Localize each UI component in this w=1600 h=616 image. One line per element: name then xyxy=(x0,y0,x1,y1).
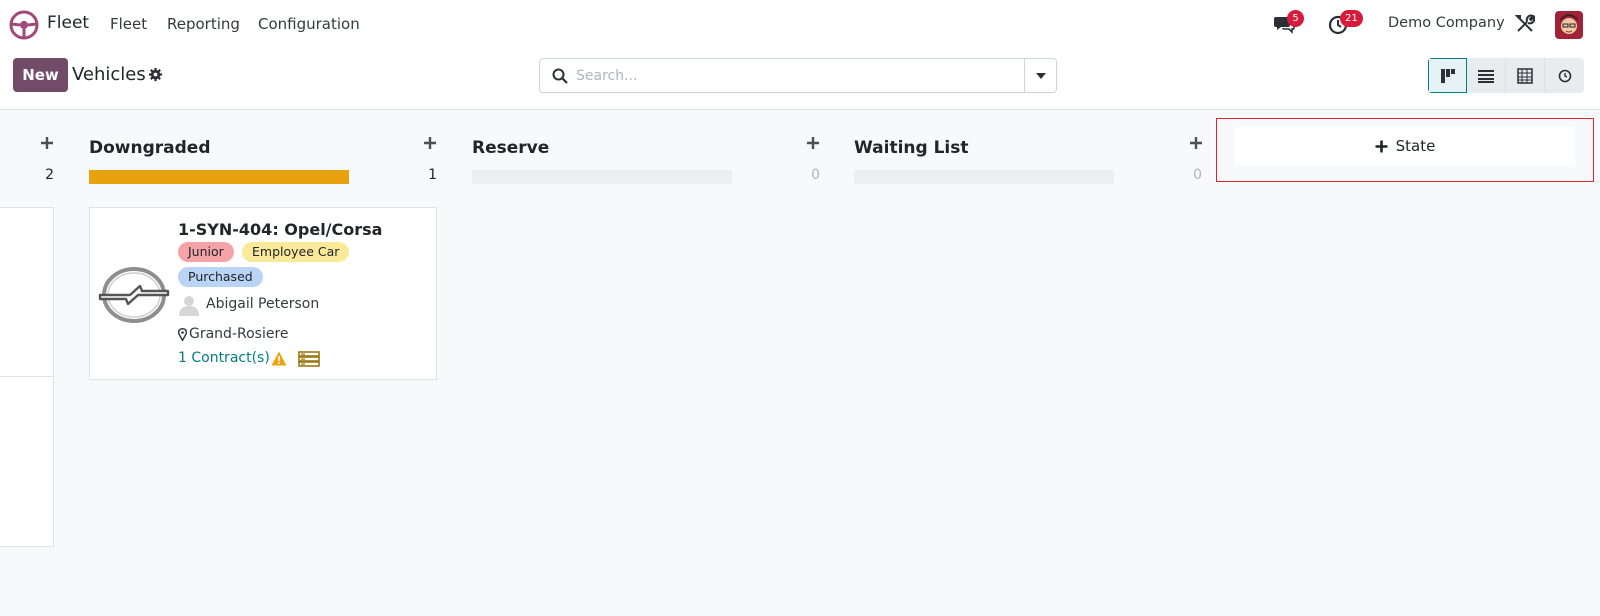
contracts-link[interactable]: 1 Contract(s) xyxy=(178,350,270,366)
kanban-icon xyxy=(1440,68,1455,83)
column-title-reserve[interactable]: Reserve xyxy=(472,138,549,158)
new-button[interactable]: New xyxy=(13,58,68,92)
vehicle-location: Grand-Rosiere xyxy=(189,326,289,342)
list-view-button[interactable] xyxy=(1467,58,1506,93)
company-switcher[interactable]: Demo Company xyxy=(1388,15,1505,31)
activity-view-button[interactable] xyxy=(1545,58,1584,93)
kanban-card[interactable] xyxy=(0,207,54,547)
control-panel: New Vehicles xyxy=(0,48,1600,110)
app-name[interactable]: Fleet xyxy=(47,13,89,33)
user-avatar[interactable] xyxy=(1555,11,1583,39)
vehicle-card[interactable]: 1-SYN-404: Opel/Corsa Junior Employee Ca… xyxy=(89,207,437,380)
add-state-button[interactable]: State xyxy=(1235,127,1575,165)
search-bar xyxy=(539,58,1057,93)
column-progress-bar[interactable] xyxy=(854,170,1114,184)
pivot-view-button[interactable] xyxy=(1506,58,1545,93)
clock-icon xyxy=(1558,69,1571,82)
add-in-column-icon[interactable] xyxy=(40,136,54,150)
column-count: 2 xyxy=(45,167,54,183)
add-in-column-icon[interactable] xyxy=(423,136,437,150)
column-progress-bar[interactable] xyxy=(89,170,349,184)
tools-icon[interactable] xyxy=(1515,14,1535,34)
add-state-label: State xyxy=(1395,137,1436,155)
plus-icon xyxy=(1375,140,1388,152)
vehicle-title: 1-SYN-404: Opel/Corsa xyxy=(178,220,383,239)
column-progress-bar[interactable] xyxy=(472,170,732,184)
add-in-column-icon[interactable] xyxy=(1189,136,1203,150)
kanban-board: 2 Downgraded 1 1-SYN-404: Opel/Corsa Jun… xyxy=(0,110,1600,616)
column-count: 0 xyxy=(1193,167,1202,183)
search-icon xyxy=(552,68,568,84)
card-divider xyxy=(0,376,53,377)
add-in-column-icon[interactable] xyxy=(806,136,820,150)
kanban-view-button[interactable] xyxy=(1428,58,1467,93)
opel-logo xyxy=(98,267,170,323)
tag-employee-car: Employee Car xyxy=(242,242,350,262)
map-marker-icon xyxy=(178,328,187,341)
gear-icon[interactable] xyxy=(148,67,163,82)
driver-name: Abigail Peterson xyxy=(206,296,320,312)
warning-icon xyxy=(271,351,287,366)
fleet-app-icon[interactable] xyxy=(9,10,39,40)
search-input[interactable] xyxy=(576,65,1006,87)
activities-badge: 21 xyxy=(1340,10,1363,27)
list-icon xyxy=(1478,69,1494,83)
view-switcher xyxy=(1428,58,1584,93)
tag-purchased: Purchased xyxy=(178,267,263,287)
table-icon xyxy=(1517,67,1533,84)
driver-avatar-icon xyxy=(179,296,199,316)
menu-reporting[interactable]: Reporting xyxy=(167,15,240,33)
add-column-highlight: State xyxy=(1216,118,1594,182)
column-count: 1 xyxy=(428,167,437,183)
caret-down-icon xyxy=(1035,72,1046,79)
activity-list-icon[interactable] xyxy=(298,351,320,367)
messages-badge: 5 xyxy=(1287,10,1304,27)
progress-fill xyxy=(89,170,349,184)
tag-junior: Junior xyxy=(178,242,234,262)
page-title: Vehicles xyxy=(72,64,146,85)
column-title-waiting-list[interactable]: Waiting List xyxy=(854,138,969,158)
search-options-toggle[interactable] xyxy=(1024,59,1056,92)
column-title-downgraded[interactable]: Downgraded xyxy=(89,138,211,158)
top-navbar: Fleet Fleet Reporting Configuration 5 21… xyxy=(0,0,1600,48)
menu-configuration[interactable]: Configuration xyxy=(258,15,360,33)
menu-fleet[interactable]: Fleet xyxy=(110,15,147,33)
column-count: 0 xyxy=(811,167,820,183)
